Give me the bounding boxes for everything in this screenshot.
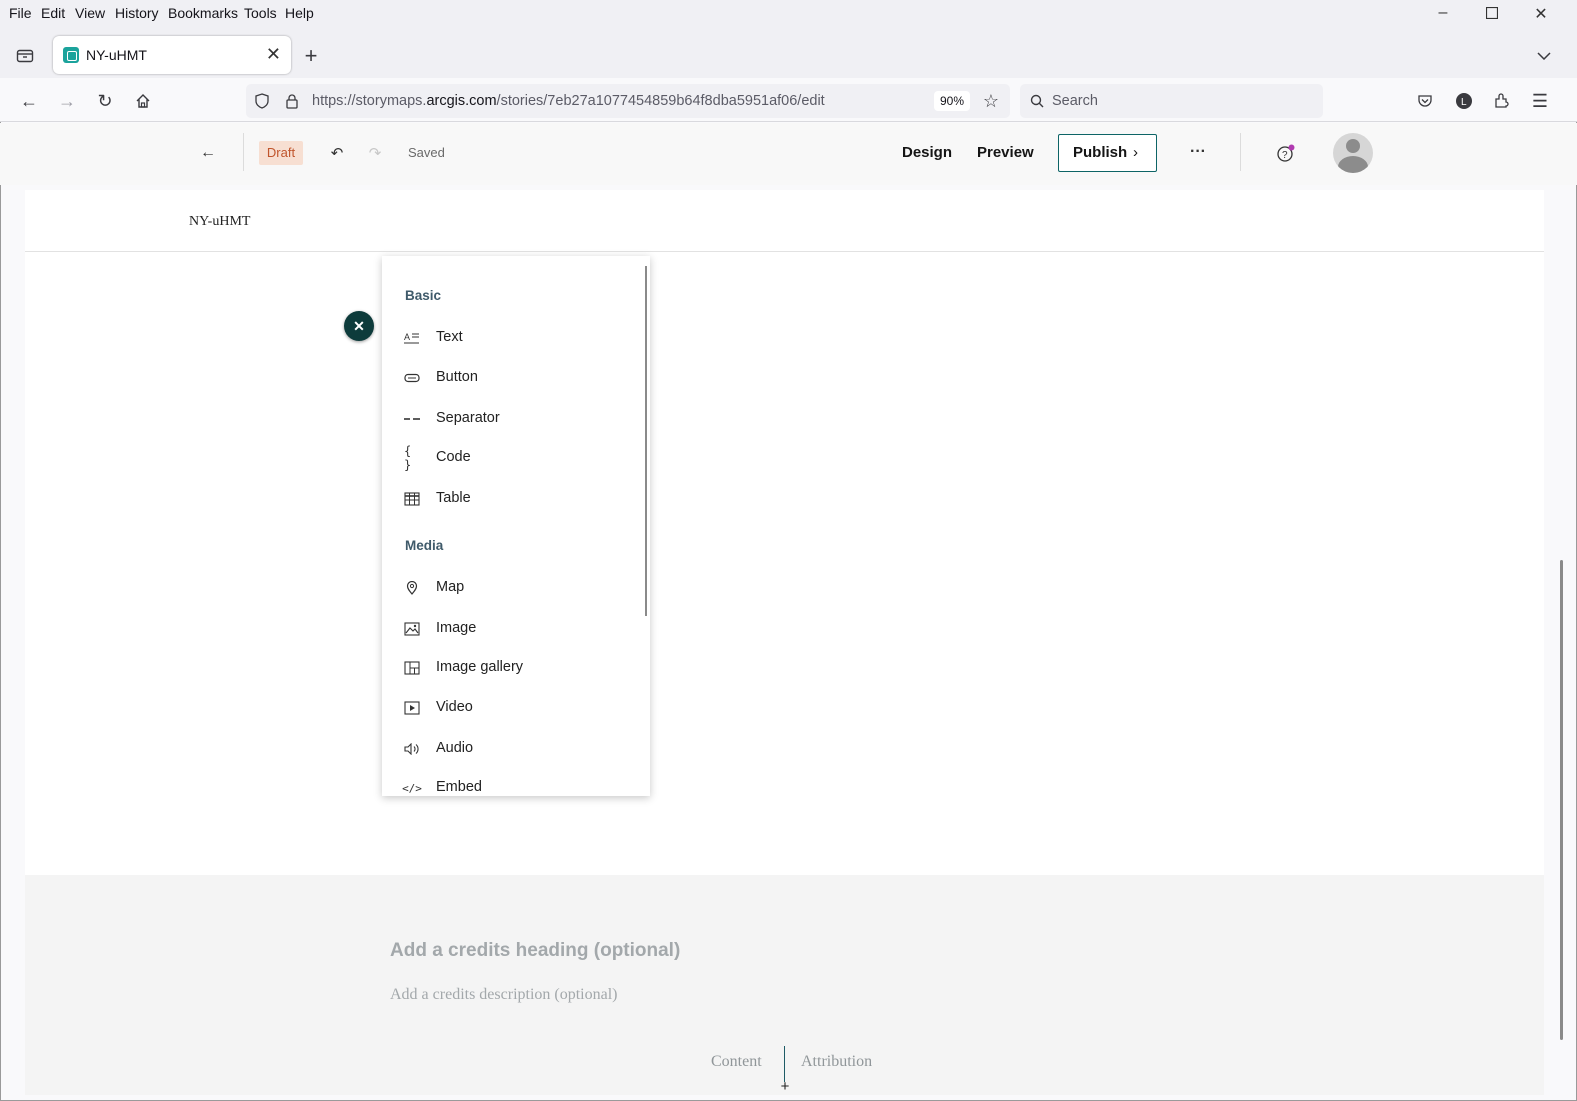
- pocket-icon[interactable]: [1414, 90, 1436, 112]
- search-icon: [1028, 91, 1046, 111]
- embed-icon: </>: [402, 781, 422, 795]
- story-header-bar: [25, 190, 1544, 252]
- story-title[interactable]: NY-uHMT: [189, 214, 250, 230]
- close-insert-menu-button[interactable]: ✕: [344, 311, 374, 341]
- lock-icon[interactable]: [282, 91, 302, 111]
- section-media-label: Media: [405, 538, 444, 553]
- menu-item-label: Map: [436, 579, 465, 595]
- svg-text:A: A: [404, 332, 410, 342]
- maximize-icon[interactable]: [1477, 6, 1507, 24]
- menu-item-button[interactable]: Button: [382, 360, 642, 396]
- back-icon[interactable]: ←: [18, 90, 40, 112]
- menu-item-label: Video: [436, 699, 473, 715]
- menu-item-audio[interactable]: Audio: [382, 731, 642, 767]
- divider: [1240, 133, 1241, 171]
- chevron-right-icon: ›: [1133, 144, 1138, 161]
- menu-item-image-gallery[interactable]: Image gallery: [382, 650, 642, 686]
- preview-button[interactable]: Preview: [977, 144, 1034, 161]
- storymaps-favicon-icon: [63, 47, 79, 63]
- video-icon: [404, 700, 420, 716]
- window-close-icon[interactable]: ✕: [1526, 4, 1556, 24]
- menu-item-label: Code: [436, 449, 471, 465]
- button-icon: [404, 370, 420, 386]
- svg-text:?: ?: [1282, 150, 1288, 161]
- credits-heading-input[interactable]: Add a credits heading (optional): [390, 940, 680, 962]
- audio-icon: [404, 741, 420, 757]
- avatar[interactable]: [1333, 133, 1373, 173]
- insert-block-menu: Basic A Text Button Separator { } Code T…: [382, 256, 650, 796]
- search-input[interactable]: Search: [1052, 93, 1098, 109]
- url-text[interactable]: https://storymaps.arcgis.com/stories/7eb…: [312, 93, 825, 109]
- publish-label: Publish: [1073, 144, 1128, 161]
- tab-overview-icon[interactable]: [14, 44, 36, 66]
- image-icon: [404, 621, 420, 637]
- menu-item-code[interactable]: { } Code: [382, 440, 642, 476]
- publish-button[interactable]: Publish ›: [1058, 134, 1157, 172]
- menu-item-map[interactable]: Map: [382, 570, 642, 606]
- map-icon: [404, 580, 420, 596]
- section-basic-label: Basic: [405, 288, 442, 303]
- menu-item-table[interactable]: Table: [382, 481, 642, 517]
- menu-item-label: Audio: [436, 740, 474, 756]
- redo-icon[interactable]: ↷: [364, 142, 386, 164]
- undo-icon[interactable]: ↶: [326, 142, 348, 164]
- svg-text:L: L: [1461, 97, 1467, 108]
- menu-item-embed[interactable]: </> Embed: [382, 770, 642, 796]
- more-options-icon[interactable]: ···: [1186, 141, 1210, 163]
- menu-item-label: Table: [436, 490, 471, 506]
- separator-icon: [404, 411, 420, 427]
- extensions-icon[interactable]: [1491, 90, 1513, 112]
- new-tab-icon[interactable]: +: [300, 43, 322, 68]
- design-button[interactable]: Design: [902, 144, 952, 161]
- menu-item-separator[interactable]: Separator: [382, 401, 642, 437]
- menu-item-label: Embed: [436, 779, 482, 795]
- menu-history[interactable]: History: [115, 5, 159, 21]
- hamburger-menu-icon[interactable]: ☰: [1529, 90, 1551, 112]
- image-gallery-icon: [404, 660, 420, 676]
- menu-file[interactable]: File: [9, 5, 32, 21]
- table-icon: [404, 491, 420, 507]
- menu-item-video[interactable]: Video: [382, 690, 642, 726]
- credits-description-input[interactable]: Add a credits description (optional): [390, 986, 618, 1004]
- menu-item-image[interactable]: Image: [382, 611, 642, 647]
- back-arrow-icon[interactable]: ←: [197, 142, 219, 164]
- menu-tools[interactable]: Tools: [244, 5, 277, 21]
- tab-attribution[interactable]: Attribution: [801, 1053, 872, 1071]
- reload-icon[interactable]: ↻: [94, 90, 116, 112]
- menu-item-label: Separator: [436, 410, 500, 426]
- search-bar[interactable]: Search: [1020, 84, 1323, 118]
- add-block-icon[interactable]: +: [778, 1078, 792, 1095]
- minimize-icon[interactable]: –: [1428, 4, 1458, 22]
- tab-active[interactable]: NY-uHMT ✕: [53, 36, 291, 74]
- account-icon[interactable]: L: [1453, 90, 1475, 112]
- tab-content[interactable]: Content: [711, 1053, 762, 1071]
- menu-item-label: Image: [436, 620, 477, 636]
- divider: [243, 133, 244, 171]
- help-icon[interactable]: ?: [1274, 141, 1298, 165]
- menu-scrollbar[interactable]: [645, 266, 647, 616]
- menu-item-label: Text: [436, 329, 463, 345]
- status-badge: Draft: [259, 141, 303, 165]
- menu-bookmarks[interactable]: Bookmarks: [168, 5, 238, 21]
- menu-edit[interactable]: Edit: [41, 5, 65, 21]
- menu-item-text[interactable]: A Text: [382, 320, 642, 356]
- tab-close-icon[interactable]: ✕: [266, 44, 281, 65]
- menu-help[interactable]: Help: [285, 5, 314, 21]
- tab-title: NY-uHMT: [86, 47, 147, 63]
- url-bar[interactable]: https://storymaps.arcgis.com/stories/7eb…: [246, 84, 1010, 118]
- text-icon: A: [404, 330, 420, 346]
- page-scrollbar[interactable]: [1560, 560, 1563, 1040]
- save-status: Saved: [408, 145, 445, 160]
- menu-view[interactable]: View: [75, 5, 105, 21]
- forward-icon[interactable]: →: [56, 90, 78, 112]
- story-canvas: [25, 190, 1544, 875]
- code-icon: { }: [404, 444, 412, 472]
- bookmark-star-icon[interactable]: ☆: [980, 90, 1002, 112]
- menu-item-label: Button: [436, 369, 478, 385]
- menu-item-label: Image gallery: [436, 659, 524, 675]
- list-tabs-icon[interactable]: [1534, 46, 1554, 66]
- zoom-level[interactable]: 90%: [934, 91, 970, 111]
- shield-icon[interactable]: [252, 91, 272, 111]
- home-icon[interactable]: [132, 90, 154, 112]
